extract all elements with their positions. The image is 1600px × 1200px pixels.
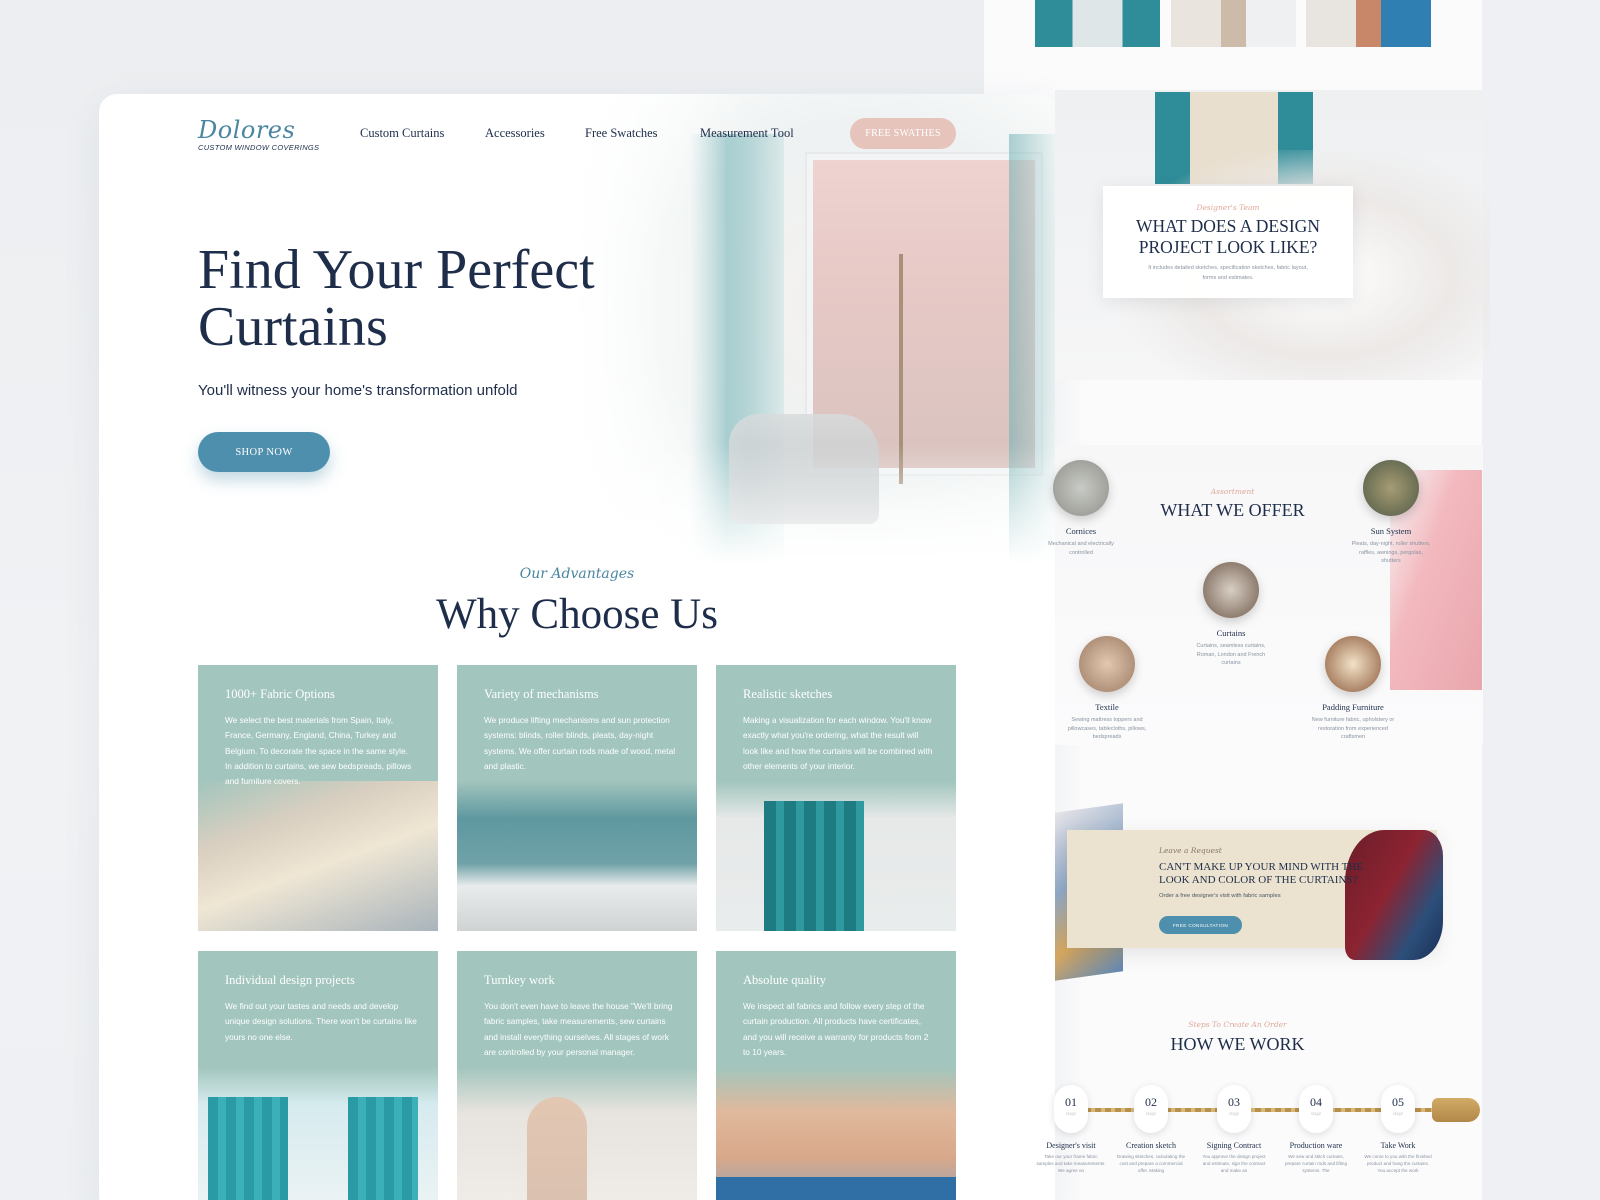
design-project-card: Designer's Team WHAT DOES A DESIGN PROJE… — [1103, 186, 1353, 298]
feature-title: Turnkey work — [484, 973, 555, 987]
offer-item-name: Sun System — [1370, 526, 1412, 536]
step-name: Production ware — [1289, 1141, 1343, 1150]
step-name: Designer's visit — [1046, 1141, 1096, 1150]
advantages-title: Why Choose Us — [436, 591, 718, 638]
feature-text: Making a visualization for each window. … — [743, 715, 933, 771]
nav-accessories[interactable]: Accessories — [485, 126, 545, 141]
step-name: Take Work — [1380, 1141, 1416, 1150]
step-number: 03 stage — [1217, 1085, 1251, 1133]
feature-title: Realistic sketches — [743, 687, 833, 701]
free-consultation-button[interactable]: FREE CONSULTATION — [1159, 916, 1242, 934]
feature-card-fabric[interactable]: 1000+ Fabric Options We select the best … — [198, 665, 438, 931]
step-desc: You approve the design project and estim… — [1202, 1154, 1266, 1173]
draped-fabric-image — [1345, 830, 1443, 960]
gallery-thumbnail[interactable] — [1306, 0, 1431, 47]
step-desc: We come to you with the finished product… — [1364, 1154, 1432, 1173]
hero-title: Find Your Perfect Curtains — [198, 239, 595, 358]
roller-blinds-image — [457, 781, 697, 931]
feature-card-turnkey[interactable]: Turnkey work You don't even have to leav… — [457, 951, 697, 1200]
feature-card-quality[interactable]: Absolute quality We inspect all fabrics … — [716, 951, 956, 1200]
nav-measurement-tool[interactable]: Measurement Tool — [700, 126, 794, 141]
step-name: Signing Contract — [1206, 1141, 1262, 1150]
feature-title: 1000+ Fabric Options — [225, 687, 335, 701]
design-project-title: WHAT DOES A DESIGN PROJECT LOOK LIKE? — [1136, 216, 1320, 257]
design-project-eyebrow: Designer's Team — [1196, 203, 1260, 212]
tassel-icon — [1432, 1098, 1480, 1122]
free-swatches-button[interactable]: FREE SWATHES — [850, 118, 956, 149]
step-production-ware[interactable]: 04 stage Production ware We sew and stitc… — [1276, 1085, 1356, 1174]
step-number: 04 stage — [1299, 1085, 1333, 1133]
tailor-image — [716, 1067, 956, 1200]
offer-item-sun-system[interactable]: Sun System Pleats, day-night, roller shu… — [1349, 460, 1433, 566]
offer-item-desc: Curtains, seamless curtains, Roman, Lond… — [1196, 643, 1266, 666]
how-title: HOW WE WORK — [1170, 1034, 1305, 1054]
brand-name: Dolores — [198, 116, 296, 144]
feature-title: Variety of mechanisms — [484, 687, 599, 701]
feature-text: We inspect all fabrics and follow every … — [743, 1001, 929, 1057]
fabric-samples-image — [198, 781, 438, 931]
offer-item-textile[interactable]: Textile Sewing mattress toppers and pill… — [1065, 636, 1149, 742]
step-desc: We sew and stitch curtains, prepare curt… — [1284, 1154, 1348, 1173]
step-number: 05 stage — [1381, 1085, 1415, 1133]
offer-item-name: Textile — [1095, 702, 1119, 712]
step-name: Creation sketch — [1126, 1141, 1176, 1150]
gallery-thumbnail[interactable] — [1171, 0, 1296, 47]
feature-text: We select the best materials from Spain,… — [225, 715, 412, 787]
step-desc: Drawing sketches, calculating the cost a… — [1116, 1154, 1186, 1173]
offer-item-name: Curtains — [1216, 628, 1246, 638]
offer-item-desc: Pleats, day-night, roller shutters, raff… — [1351, 541, 1431, 564]
step-signing-contract[interactable]: 03 stage Signing Contract You approve the… — [1194, 1085, 1274, 1174]
feature-title: Individual design projects — [225, 973, 355, 987]
brand-logo[interactable]: Dolores CUSTOM WINDOW COVERINGS — [198, 116, 319, 152]
offer-item-desc: Sewing mattress toppers and pillowcases,… — [1067, 717, 1147, 740]
feature-title: Absolute quality — [743, 973, 826, 987]
request-eyebrow: Leave a Request — [1159, 846, 1222, 855]
request-text: Order a free designer's visit with fabri… — [1159, 893, 1281, 899]
offer-item-desc: New furniture fabric, upholstery or rest… — [1311, 717, 1395, 740]
feature-text: You don't even have to leave the house "… — [484, 1001, 673, 1057]
design-room-image — [198, 1067, 438, 1200]
feature-card-sketches[interactable]: Realistic sketches Making a visualizatio… — [716, 665, 956, 931]
teal-curtains-image — [716, 781, 956, 931]
offer-item-name: Padding Furniture — [1322, 702, 1384, 712]
feature-card-design[interactable]: Individual design projects We find out y… — [198, 951, 438, 1200]
curtains-image — [1203, 562, 1259, 618]
offer-item-padding-furniture[interactable]: Padding Furniture New furniture fabric, … — [1311, 636, 1395, 742]
page-edge-background — [1482, 0, 1600, 1200]
step-take-work[interactable]: 05 stage Take Work We come to you with th… — [1358, 1085, 1438, 1174]
step-creation-sketch[interactable]: 02 stage Creation sketch Drawing sketches… — [1111, 1085, 1191, 1174]
textile-image — [1079, 636, 1135, 692]
padding-furniture-image — [1325, 636, 1381, 692]
sun-system-image — [1363, 460, 1419, 516]
step-number: 01 stage — [1054, 1085, 1088, 1133]
feature-card-mechanisms[interactable]: Variety of mechanisms We produce lifting… — [457, 665, 697, 931]
shop-now-button[interactable]: SHOP NOW — [198, 432, 330, 472]
landing-card: Dolores CUSTOM WINDOW COVERINGS Custom C… — [99, 94, 1055, 1200]
how-eyebrow: Steps To Create An Order — [1188, 1020, 1287, 1029]
offer-item-curtains[interactable]: Curtains Curtains, seamless curtains, Ro… — [1189, 562, 1273, 668]
advantages-eyebrow: Our Advantages — [519, 566, 635, 582]
feature-text: We produce lifting mechanisms and sun pr… — [484, 715, 676, 771]
offer-item-cornices[interactable]: Cornices Mechanical and electrically con… — [1039, 460, 1123, 557]
installer-image — [457, 1067, 697, 1200]
offer-item-name: Cornices — [1065, 526, 1097, 536]
brand-tagline: CUSTOM WINDOW COVERINGS — [198, 143, 320, 152]
nav-custom-curtains[interactable]: Custom Curtains — [360, 126, 444, 141]
hero-subtitle: You'll witness your home's transformatio… — [198, 382, 518, 399]
cornices-image — [1053, 460, 1109, 516]
gallery-thumbnail[interactable] — [1035, 0, 1160, 47]
feature-text: We find out your tastes and needs and de… — [225, 1001, 417, 1042]
step-number: 02 stage — [1134, 1085, 1168, 1133]
design-project-text: It includes detailed sketches, specifica… — [1148, 265, 1308, 281]
nav-free-swatches[interactable]: Free Swatches — [585, 126, 658, 141]
step-desc: Take our your frame fabric samples and t… — [1036, 1154, 1106, 1173]
step-designers-visit[interactable]: 01 stage Designer's visit Take our your f… — [1031, 1085, 1111, 1174]
request-title: CAN'T MAKE UP YOUR MIND WITH THE LOOK AN… — [1159, 861, 1364, 886]
offer-item-desc: Mechanical and electrically controlled — [1048, 541, 1114, 556]
